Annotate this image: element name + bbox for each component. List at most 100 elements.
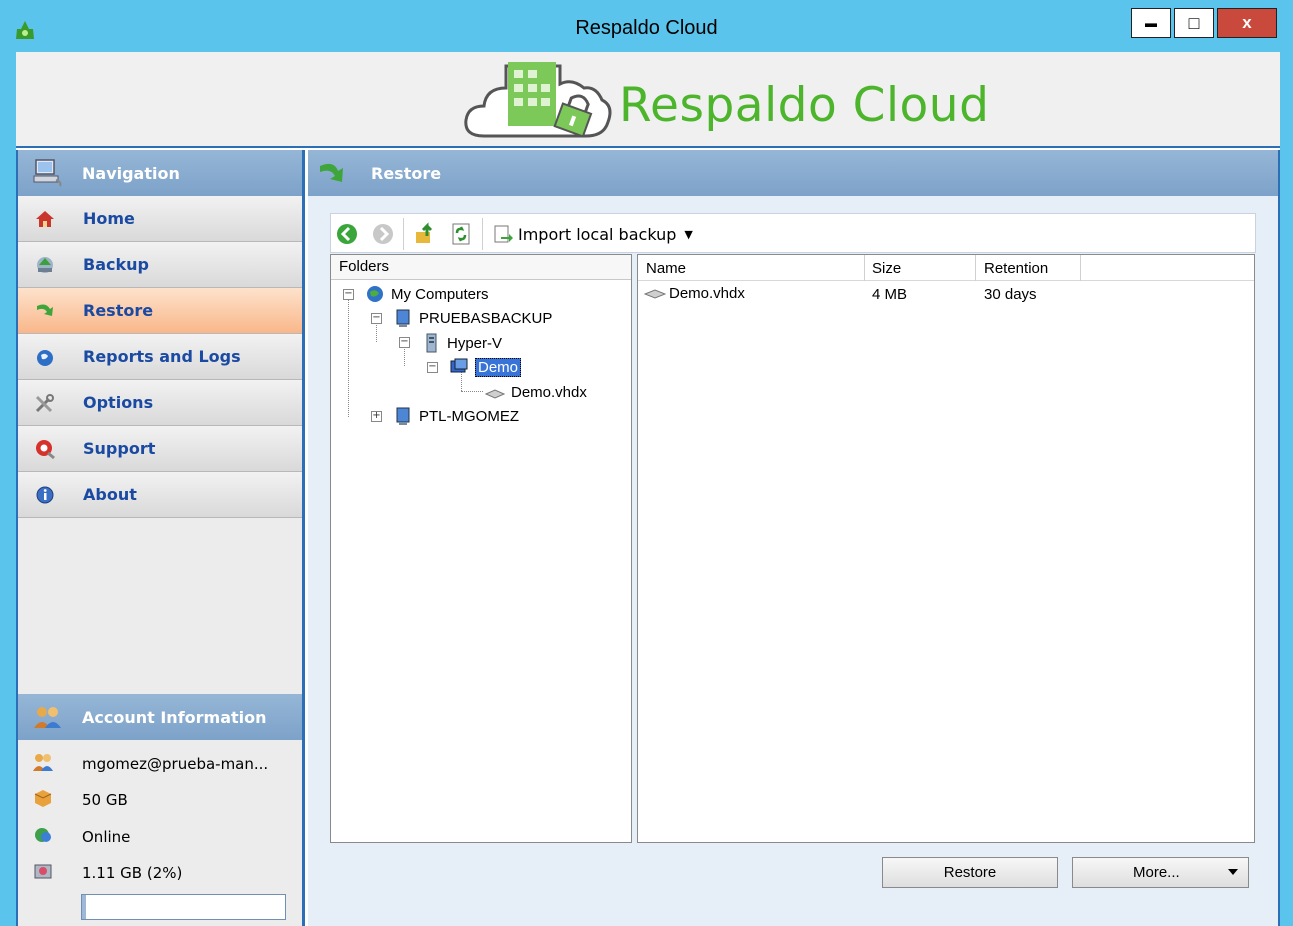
nav-label-options: Options [83,393,154,412]
brand-name: Respaldo Cloud [619,78,990,133]
chevron-down-icon [1228,869,1238,875]
online-globe-icon [35,828,51,842]
collapse-toggle[interactable]: − [343,289,354,300]
nav-label-restore: Restore [83,301,154,320]
restore-header: Restore [308,150,1278,196]
refresh-icon[interactable] [449,222,473,246]
back-icon[interactable] [335,222,359,246]
nav-list: Home Backup Restore Reports and Logs Opt… [18,196,302,518]
up-folder-icon[interactable] [413,222,437,246]
window-frame-right [1280,52,1293,926]
column-separator[interactable] [1080,255,1081,281]
account-quota-row: 50 GB [18,782,302,818]
nav-item-backup[interactable]: Backup [18,242,302,288]
minimize-icon: ▬ [1145,16,1157,30]
import-icon [494,225,513,243]
window-title: Respaldo Cloud [575,17,718,39]
tree-label-pruebasbackup: PRUEBASBACKUP [419,309,553,327]
folders-tree[interactable]: Folders − My Computers − PRUEBASBACKUP −… [330,254,632,843]
server-icon [426,333,437,353]
nav-label-about: About [83,485,137,504]
tree-node-my-computers[interactable]: My Computers [365,283,489,305]
more-button[interactable]: More... [1072,857,1249,888]
import-local-backup-button[interactable]: Import local backup ▼ [492,220,693,248]
minimize-button[interactable]: ▬ [1131,8,1171,38]
restore-title: Restore [371,164,442,183]
account-usage-row: 1.11 GB (2%) [18,855,302,891]
account-information-title: Account Information [82,708,267,727]
nav-item-home[interactable]: Home [18,196,302,242]
nav-label-backup: Backup [83,255,149,274]
navigation-header: Navigation [18,150,302,196]
tree-label-hyper-v: Hyper-V [447,334,503,352]
maximize-button[interactable]: □ [1174,8,1214,38]
account-information-header: Account Information [18,694,302,740]
tools-icon [35,394,54,413]
account-usage: 1.11 GB (2%) [82,864,183,882]
forward-icon[interactable] [371,222,395,246]
tree-node-ptl-mgomez[interactable]: PTL-MGOMEZ [393,405,519,427]
nav-item-support[interactable]: Support [18,426,302,472]
users-icon [34,707,61,728]
tree-node-demo-vhdx[interactable]: Demo.vhdx [485,381,587,403]
virtual-machine-icon [450,358,468,373]
collapse-toggle[interactable]: − [427,362,438,373]
close-icon: x [1242,13,1252,32]
nav-label-reports: Reports and Logs [83,347,241,366]
expand-toggle[interactable]: + [371,411,382,422]
navigation-panel: Navigation Home Backup Restore Reports a… [16,150,305,926]
restore-button[interactable]: Restore [882,857,1058,888]
disk-icon [644,289,666,299]
file-row[interactable]: Demo.vhdx 4 MB 30 days [638,282,1254,306]
collapse-toggle[interactable]: − [399,337,410,348]
computer-network-icon [33,159,62,187]
nav-item-reports[interactable]: Reports and Logs [18,334,302,380]
account-status: Online [82,828,131,846]
computer-icon [396,407,410,425]
account-status-row: Online [18,819,302,855]
nav-item-about[interactable]: About [18,472,302,518]
cloud-building-lock-icon [464,62,612,138]
reports-globe-icon [37,350,53,366]
nav-item-options[interactable]: Options [18,380,302,426]
file-retention: 30 days [984,286,1037,303]
title-bar: Respaldo Cloud ▬ □ x [0,0,1293,52]
account-quota: 50 GB [82,791,128,809]
file-list[interactable]: Name Size Retention Demo.vhdx 4 MB 30 da… [637,254,1255,843]
tree-label-demo-vhdx: Demo.vhdx [511,383,587,401]
tree-line [461,391,483,392]
nav-label-home: Home [83,209,135,228]
column-header-retention[interactable]: Retention [984,260,1048,280]
maximize-icon: □ [1188,12,1200,33]
tree-node-demo[interactable]: Demo [449,356,522,378]
chevron-down-icon: ▼ [684,227,693,241]
tree-label-demo: Demo [475,357,522,377]
column-header-name[interactable]: Name [646,260,686,280]
file-name-cell: Demo.vhdx [644,284,745,302]
tree-label-ptl-mgomez: PTL-MGOMEZ [419,407,519,425]
import-local-backup-label: Import local backup [518,224,677,244]
column-separator[interactable] [975,255,976,281]
tree-line [376,322,377,342]
tree-node-hyper-v[interactable]: Hyper-V [421,332,502,354]
disk-usage-icon [34,864,52,879]
file-name: Demo.vhdx [669,284,745,302]
nav-item-restore[interactable]: Restore [18,288,302,334]
tree-node-pruebasbackup[interactable]: PRUEBASBACKUP [393,307,552,329]
file-list-header: Name Size Retention [638,255,1254,281]
nav-label-support: Support [83,439,156,458]
restore-toolbar: Import local backup ▼ [330,213,1256,253]
restore-panel: Restore Import local backup ▼ Folders − … [308,150,1280,926]
collapse-toggle[interactable]: − [371,313,382,324]
column-header-size[interactable]: Size [872,260,901,280]
tree-line [404,346,405,366]
lifebuoy-icon [36,440,55,460]
storage-box-icon [34,790,52,807]
brand-banner: Respaldo Cloud [16,52,1280,148]
disk-icon [485,389,505,399]
computer-icon [396,309,410,327]
more-button-label: More... [1133,864,1180,881]
close-button[interactable]: x [1217,8,1277,38]
user-icon [33,754,53,771]
column-separator[interactable] [864,255,865,281]
